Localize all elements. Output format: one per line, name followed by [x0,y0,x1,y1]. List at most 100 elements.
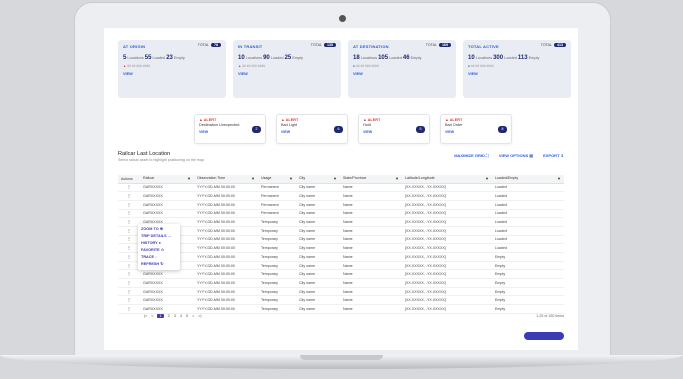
table-cell: YYYY-DD-MM 00:00:00 [194,243,258,253]
export-button[interactable]: EXPORT ⇩ [543,153,564,158]
row-menu-icon[interactable]: ⋮ [118,269,140,280]
col-railcar[interactable]: Railcar ▼ [140,175,194,184]
table-cell: YYYY-DD-MM 00:00:00 [194,235,258,245]
row-menu-icon[interactable]: ⋮ [118,261,140,271]
card-stats: 5 Locations 55 Loaded 23 Empty [123,55,185,61]
table-cell: City name [296,217,340,227]
alert-card[interactable]: ▲ ALERT Hold VIEW 5 [358,114,430,144]
table-cell: City name [296,235,340,245]
summary-cards: AT ORIGIN TOTAL 78 5 Locations 55 Loaded … [118,40,571,98]
table-cell: Temporary [258,287,296,297]
row-menu-icon[interactable]: ⋮ [118,183,140,193]
card-total-active[interactable]: TOTAL ACTIVE TOTAL 413 10 Locations 300 L… [463,40,571,98]
col-state[interactable]: State/Province ▼ [340,175,402,184]
table-cell: Permanent [258,200,296,210]
row-menu-icon[interactable]: ⋮ [118,217,140,227]
table-cell: Loaded [492,200,564,210]
table-cell: GARXXXXX [140,209,194,219]
menu-zoom-to[interactable]: ZOOM TO ⊕ [141,226,177,233]
alert-count: 5 [416,126,425,133]
view-link[interactable]: VIEW [353,72,451,76]
next-page-button[interactable]: > [192,314,194,318]
table-cell: GARXXXXX [140,304,194,314]
menu-trip-details[interactable]: TRIP DETAILS → [141,233,177,240]
col-lat-long[interactable]: Latitude/Longitude ▼ [402,175,492,184]
warning-icon: ▲ [238,64,242,68]
view-link[interactable]: VIEW [123,72,221,76]
filter-icon: ▼ [557,176,561,182]
table-row[interactable]: ⋮GARXXXXXYYYY-DD-MM 00:00:00TemporaryCit… [118,235,564,245]
prev-page-button[interactable]: < [151,314,153,318]
page-4-button[interactable]: 4 [180,314,182,318]
col-loaded-empty[interactable]: Loaded/Empty ▼ [492,175,564,184]
maximize-grid-button[interactable]: MAXIMIZE GRID ⛶ [454,153,489,158]
table-row[interactable]: ⋮GARXXXXXYYYY-DD-MM 00:00:00TemporaryCit… [118,261,564,271]
table-row[interactable]: ⋮GARXXXXXYYYY-DD-MM 00:00:00TemporaryCit… [118,243,564,253]
table-row[interactable]: ⋮ GARXXXXX YYYY-DD-MM 00:00:00 Permanent Cit… [118,183,564,193]
row-menu-icon[interactable]: ⋮ [118,191,140,201]
card-note: ● ## ## ### #### [353,64,379,68]
table-cell: [XX.XXXXX, -YX.XXXXX] [402,226,492,236]
table-row[interactable]: ⋮GARXXXXXYYYY-DD-MM 00:00:00TemporaryCit… [118,226,564,236]
table-row[interactable]: ⋮ GARXXXXX YYYY-DD-MM 00:00:00 Permanent Cit… [118,200,564,210]
menu-trace[interactable]: TRACE ◌ [141,254,177,261]
zoom-icon: ⊕ [159,227,163,231]
row-menu-icon[interactable]: ⋮ [118,209,140,219]
alert-card[interactable]: ▲ ALERT Destination Unexpected VIEW 2 [194,114,266,144]
row-menu-icon[interactable]: ⋮ [118,243,140,253]
menu-refresh[interactable]: REFRESH ↻ [141,261,177,268]
row-menu-icon[interactable]: ⋮ [118,252,140,262]
table-cell: Permanent [258,209,296,219]
filter-icon: ▼ [187,176,191,182]
card-at-destination[interactable]: AT DESTINATION TOTAL 169 18 Locations 105… [348,40,456,98]
card-in-transit[interactable]: IN TRANSIT TOTAL 135 10 Locations 90 Load… [233,40,341,98]
alert-cards: ▲ ALERT Destination Unexpected VIEW 2 ▲ … [194,114,512,144]
action-button[interactable] [524,332,564,340]
last-page-button[interactable]: >| [198,314,201,318]
table-cell: Name [340,261,402,271]
table-cell: Temporary [258,261,296,271]
first-page-button[interactable]: |< [144,314,147,318]
row-menu-icon[interactable]: ⋮ [118,200,140,210]
row-menu-icon[interactable]: ⋮ [118,287,140,297]
table-cell: Temporary [258,295,296,306]
row-menu-icon[interactable]: ⋮ [118,304,140,314]
table-row[interactable]: ⋮GARXXXXXYYYY-DD-MM 00:00:00TemporaryCit… [118,295,564,306]
alert-card[interactable]: ▲ ALERT Bad Order VIEW 8 [440,114,512,144]
page-5-button[interactable]: 5 [186,314,188,318]
table-row[interactable]: ⋮GARXXXXXYYYY-DD-MM 00:00:00TemporaryCit… [118,287,564,297]
table-row[interactable]: ⋮GARXXXXXYYYY-DD-MM 00:00:00TemporaryCit… [118,252,564,262]
row-menu-icon[interactable]: ⋮ [118,226,140,236]
col-usage[interactable]: Usage ▼ [258,175,296,184]
table-row[interactable]: ⋮GARXXXXXYYYY-DD-MM 00:00:00TemporaryCit… [118,269,564,280]
menu-favorite[interactable]: FAVORITE ☆ [141,247,177,254]
table-row[interactable]: ⋮ GARXXXXX YYYY-DD-MM 00:00:00 Permanent Cit… [118,209,564,219]
card-at-origin[interactable]: AT ORIGIN TOTAL 78 5 Locations 55 Loaded … [118,40,226,98]
menu-history[interactable]: HISTORY ● [141,240,177,247]
col-observation-time[interactable]: Observation Time ▼ [194,175,258,184]
view-link[interactable]: VIEW [468,72,566,76]
table-cell: Empty [492,295,564,306]
col-city[interactable]: City ▼ [296,175,340,184]
table-row[interactable]: ⋮GARXXXXXYYYY-DD-MM 00:00:00TemporaryCit… [118,304,564,314]
table-cell: City name [296,183,340,193]
view-options-button[interactable]: VIEW OPTIONS ▤ [499,153,533,158]
table-row[interactable]: ⋮GARXXXXXYYYY-DD-MM 00:00:00TemporaryCit… [118,217,564,227]
table-row[interactable]: ⋮GARXXXXXYYYY-DD-MM 00:00:00TemporaryCit… [118,278,564,288]
row-menu-icon[interactable]: ⋮ [118,235,140,245]
page-1-button[interactable]: 1 [157,314,164,318]
row-menu-icon[interactable]: ⋮ [118,295,140,306]
alert-title: ▲ ALERT [199,118,217,122]
page-3-button[interactable]: 3 [174,314,176,318]
export-icon: ⇩ [560,153,564,158]
table-cell: [XX.XXXXX, -YX.XXXXX] [402,304,492,314]
table-cell: Temporary [258,252,296,262]
col-actions: Actions [118,175,140,184]
alert-card[interactable]: ▲ ALERT Bad Light VIEW 6 [276,114,348,144]
view-link[interactable]: VIEW [238,72,336,76]
laptop-notch [300,355,383,360]
table-row[interactable]: ⋮ GARXXXXX YYYY-DD-MM 00:00:00 Permanent Cit… [118,191,564,201]
alert-count: 6 [334,126,343,133]
row-menu-icon[interactable]: ⋮ [118,278,140,288]
page-2-button[interactable]: 2 [168,314,170,318]
